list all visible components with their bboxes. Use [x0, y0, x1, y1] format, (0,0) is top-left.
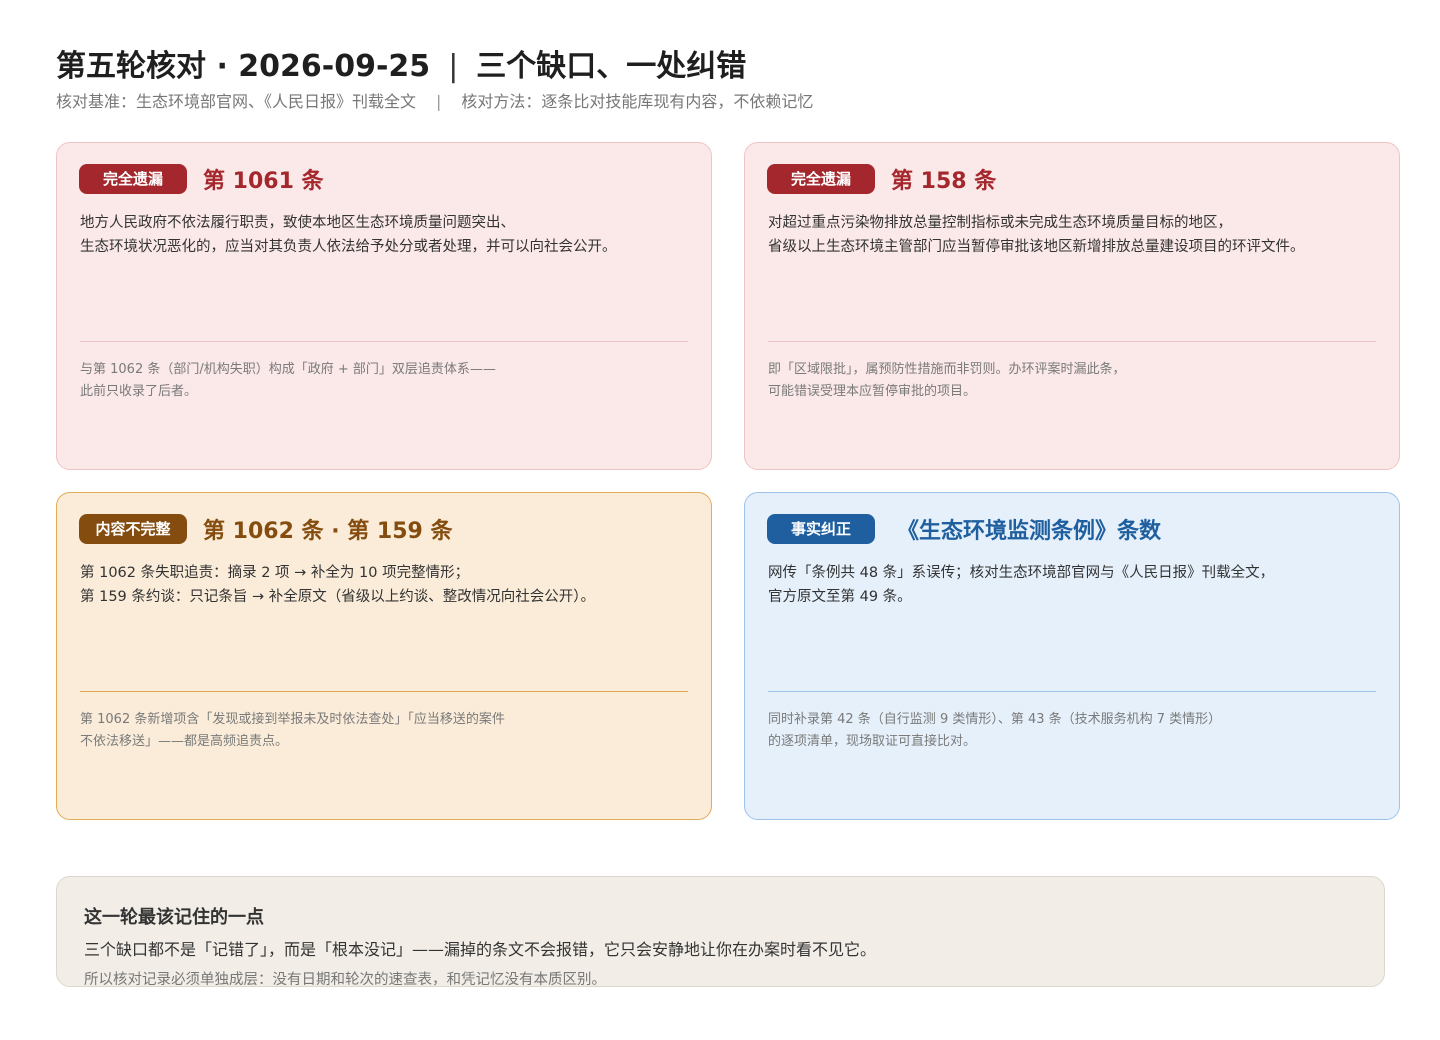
- card-article-158: 完全遗漏第 158 条 对超过重点污染物排放总量控制指标或未完成生态环境质量目标…: [744, 142, 1400, 470]
- card-note: 同时补录第 42 条（自行监测 9 类情形）、第 43 条（技术服务机构 7 类…: [768, 709, 1378, 753]
- summary-main-text: 三个缺口都不是「记错了」，而是「根本没记」——漏掉的条文不会报错，它只会安静地让…: [84, 940, 877, 959]
- check-method: 核对方法：逐条比对技能库现有内容，不依赖记忆: [461, 92, 814, 111]
- card-body: 地方人民政府不依法履行职责，致使本地区生态环境质量问题突出、 生态环境状况恶化的…: [80, 211, 690, 259]
- card-body: 网传「条例共 48 条」系误传；核对生态环境部官网与《人民日报》刊载全文， 官方…: [768, 561, 1378, 609]
- card-divider: [768, 341, 1376, 342]
- page-header: 第五轮核对 · 2026-09-25 | 三个缺口、一处纠错 核对基准：生态环境部官…: [56, 46, 1386, 114]
- card-note-line: 不依法移送」——都是高频追责点。: [80, 734, 289, 749]
- card-divider: [768, 691, 1376, 692]
- card-header: 内容不完整第 1062 条 · 第 159 条: [79, 513, 452, 547]
- card-note: 第 1062 条新增项含「发现或接到举报未及时依法查处」「应当移送的案件 不依法…: [80, 709, 690, 753]
- card-body-line: 第 159 条约谈：只记条旨 → 补全原文（省级以上约谈、整改情况向社会公开）。: [80, 589, 596, 605]
- card-body-line: 网传「条例共 48 条」系误传；核对生态环境部官网与《人民日报》刊载全文，: [768, 565, 1275, 581]
- card-note-line: 即「区域限批」，属预防性措施而非罚则。办环评案时漏此条，: [768, 362, 1126, 377]
- status-badge: 完全遗漏: [767, 164, 875, 194]
- card-body-line: 地方人民政府不依法履行职责，致使本地区生态环境质量问题突出、: [80, 215, 515, 231]
- check-basis: 核对基准：生态环境部官网、《人民日报》刊载全文: [56, 92, 417, 111]
- card-title: 第 1061 条: [203, 169, 324, 194]
- card-note-line: 此前只收录了后者。: [80, 384, 198, 399]
- summary-title: 这一轮最该记住的一点: [84, 907, 264, 928]
- card-divider: [80, 691, 688, 692]
- card-title: 第 158 条: [891, 169, 997, 194]
- card-title: 第 1062 条 · 第 159 条: [203, 519, 453, 544]
- page-title-main: 第五轮核对 · 2026-09-25: [56, 49, 431, 84]
- page-title-separator: |: [448, 49, 459, 84]
- card-article-1062-159: 内容不完整第 1062 条 · 第 159 条 第 1062 条失职追责：摘录 …: [56, 492, 712, 820]
- card-note-line: 与第 1062 条（部门/机构失职）构成「政府 + 部门」双层追责体系——: [80, 362, 496, 377]
- card-body-line: 省级以上生态环境主管部门应当暂停审批该地区新增排放总量建设项目的环评文件。: [768, 239, 1305, 255]
- card-body-line: 对超过重点污染物排放总量控制指标或未完成生态环境质量目标的地区，: [768, 215, 1232, 231]
- status-badge: 内容不完整: [79, 514, 187, 544]
- card-header: 完全遗漏第 158 条: [767, 163, 996, 197]
- card-note-line: 同时补录第 42 条（自行监测 9 类情形）、第 43 条（技术服务机构 7 类…: [768, 712, 1222, 727]
- page-title-tail: 三个缺口、一处纠错: [476, 49, 747, 84]
- card-title: 《生态环境监测条例》条数: [897, 519, 1162, 544]
- card-note-line: 第 1062 条新增项含「发现或接到举报未及时依法查处」「应当移送的案件: [80, 712, 505, 727]
- card-note-line: 可能错误受理本应暂停审批的项目。: [768, 384, 977, 399]
- page-title: 第五轮核对 · 2026-09-25 | 三个缺口、一处纠错: [56, 46, 1386, 88]
- card-body-line: 第 1062 条失职追责：摘录 2 项 → 补全为 10 项完整情形；: [80, 565, 470, 581]
- card-body: 第 1062 条失职追责：摘录 2 项 → 补全为 10 项完整情形； 第 15…: [80, 561, 690, 609]
- page-subtitle: 核对基准：生态环境部官网、《人民日报》刊载全文 | 核对方法：逐条比对技能库现有内容…: [56, 90, 1386, 114]
- card-header: 完全遗漏第 1061 条: [79, 163, 324, 197]
- summary-panel: 这一轮最该记住的一点 三个缺口都不是「记错了」，而是「根本没记」——漏掉的条文不…: [56, 876, 1385, 987]
- subtitle-separator: |: [436, 92, 442, 111]
- card-note: 与第 1062 条（部门/机构失职）构成「政府 + 部门」双层追责体系—— 此前…: [80, 359, 690, 403]
- card-note: 即「区域限批」，属预防性措施而非罚则。办环评案时漏此条， 可能错误受理本应暂停审…: [768, 359, 1378, 403]
- card-body-line: 官方原文至第 49 条。: [768, 589, 912, 605]
- card-divider: [80, 341, 688, 342]
- card-monitoring-regulation: 事实纠正 《生态环境监测条例》条数 网传「条例共 48 条」系误传；核对生态环境部…: [744, 492, 1400, 820]
- card-body-line: 生态环境状况恶化的，应当对其负责人依法给予处分或者处理，并可以向社会公开。: [80, 239, 617, 255]
- status-badge: 事实纠正: [767, 514, 875, 544]
- card-article-1061: 完全遗漏第 1061 条 地方人民政府不依法履行职责，致使本地区生态环境质量问题…: [56, 142, 712, 470]
- card-body: 对超过重点污染物排放总量控制指标或未完成生态环境质量目标的地区， 省级以上生态环…: [768, 211, 1378, 259]
- card-header: 事实纠正 《生态环境监测条例》条数: [767, 513, 1161, 547]
- card-note-line: 的逐项清单，现场取证可直接比对。: [768, 734, 977, 749]
- summary-sub-text: 所以核对记录必须单独成层：没有日期和轮次的速查表，和凭记忆没有本质区别。: [84, 972, 606, 987]
- status-badge: 完全遗漏: [79, 164, 187, 194]
